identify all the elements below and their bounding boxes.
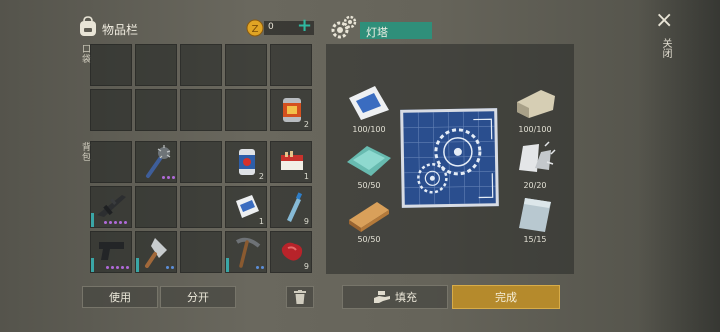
rarity-dots <box>104 221 127 224</box>
wood-plank-icon <box>349 202 389 232</box>
material-count: 100/100 <box>352 125 386 134</box>
metal-plate-icon <box>519 198 551 232</box>
canned-food-icon <box>283 98 301 122</box>
inventory-header: 物品栏 Z 0 + <box>78 15 314 42</box>
backpack-slot-pickaxe[interactable] <box>225 231 267 273</box>
pocket-slot[interactable] <box>225 89 267 131</box>
pistol-icon <box>99 242 124 260</box>
svg-text:Z: Z <box>252 24 259 35</box>
backpack-slot-raw-meat[interactable]: 9 <box>270 231 312 273</box>
close-icon: × <box>655 8 674 33</box>
split-button[interactable]: 分开 <box>160 286 236 308</box>
backpack-slot[interactable] <box>180 141 222 183</box>
inventory-title: 物品栏 <box>102 23 139 37</box>
water-bottle-icon <box>287 192 303 222</box>
use-button[interactable]: 使用 <box>82 286 158 308</box>
pocket-slot[interactable] <box>180 89 222 131</box>
pickaxe-icon <box>235 237 261 268</box>
material-wood[interactable]: 50/50 <box>345 194 393 244</box>
pocket-slot[interactable] <box>270 44 312 86</box>
rarity-dots <box>166 266 174 269</box>
soda-can-icon <box>239 149 255 175</box>
backpack-slot-water-bottle[interactable]: 9 <box>270 186 312 228</box>
material-glass[interactable]: 50/50 <box>345 140 393 190</box>
glass-pane-icon <box>347 146 391 176</box>
pocket-slot-canned-food[interactable]: 2 <box>270 89 312 131</box>
cigarettes-icon <box>281 151 303 170</box>
backpack-slot[interactable] <box>180 231 222 273</box>
backpack-slot[interactable] <box>180 186 222 228</box>
item-count: 9 <box>303 217 309 226</box>
material-count: 15/15 <box>523 235 547 244</box>
blueprint[interactable] <box>400 108 499 208</box>
rarity-dots <box>106 266 129 269</box>
coin-count: 0 <box>268 22 274 32</box>
trash-icon <box>294 290 306 304</box>
rarity-dots <box>162 176 175 179</box>
raw-meat-icon <box>281 242 303 261</box>
pocket-slot[interactable] <box>90 44 132 86</box>
pocket-slot[interactable] <box>225 44 267 86</box>
item-count: 9 <box>303 262 309 271</box>
rarity-bar <box>91 258 94 272</box>
assault-rifle-icon <box>97 195 126 217</box>
backpack-icon <box>80 16 96 36</box>
material-count: 20/20 <box>523 181 547 190</box>
background-shade <box>638 0 720 332</box>
pocket-slot[interactable] <box>180 44 222 86</box>
material-count: 50/50 <box>357 181 381 190</box>
stone-icon <box>517 90 555 118</box>
item-count: 1 <box>258 217 264 226</box>
item-count: 1 <box>303 172 309 181</box>
material-count: 100/100 <box>518 125 552 134</box>
backpack-slot-soda-can[interactable]: 2 <box>225 141 267 183</box>
backpack-slot-cigarettes[interactable]: 1 <box>270 141 312 183</box>
backpack-slot-cement-bag[interactable]: 1 <box>225 186 267 228</box>
backpack-slot-assault-rifle[interactable] <box>90 186 132 228</box>
fill-button-label: 填充 <box>395 291 417 304</box>
fill-hand-icon <box>374 291 390 303</box>
gear-blueprint-icon <box>403 111 496 205</box>
cement-bag-icon <box>349 86 389 120</box>
pocket-slot[interactable] <box>135 89 177 131</box>
backpack-slot[interactable] <box>135 186 177 228</box>
coin-icon: Z <box>246 19 264 37</box>
material-stone[interactable]: 100/100 <box>511 84 559 134</box>
discard-button[interactable] <box>286 286 314 308</box>
backpack-slot-cleaver[interactable] <box>135 231 177 273</box>
cleaver-icon <box>145 238 167 268</box>
spiked-bat-icon <box>146 145 171 178</box>
material-metal-plate[interactable]: 15/15 <box>511 194 559 244</box>
material-count: 50/50 <box>357 235 381 244</box>
scrap-metal-icon <box>519 141 556 172</box>
item-count: 2 <box>303 120 309 129</box>
item-count: 2 <box>258 172 264 181</box>
backpack-slot-pistol[interactable] <box>90 231 132 273</box>
rarity-dots <box>256 266 264 269</box>
rarity-bar <box>226 258 229 272</box>
close-button[interactable]: × 关闭 <box>652 8 676 68</box>
backpack-slot-spiked-bat[interactable] <box>135 141 177 183</box>
gears-icon <box>331 15 357 39</box>
material-cement-bag[interactable]: 100/100 <box>345 84 393 134</box>
cement-bag-icon <box>236 195 259 218</box>
fill-button[interactable]: 填充 <box>342 285 448 309</box>
backpack-slot[interactable] <box>90 141 132 183</box>
complete-button[interactable]: 完成 <box>452 285 560 309</box>
pocket-slot[interactable] <box>90 89 132 131</box>
material-scrap-metal[interactable]: 20/20 <box>511 140 559 190</box>
pocket-slot[interactable] <box>135 44 177 86</box>
add-coins-button[interactable]: + <box>297 15 312 36</box>
rarity-bar <box>136 258 139 272</box>
close-label: 关闭 <box>660 38 671 58</box>
blueprint-name: 灯塔 <box>366 26 388 39</box>
